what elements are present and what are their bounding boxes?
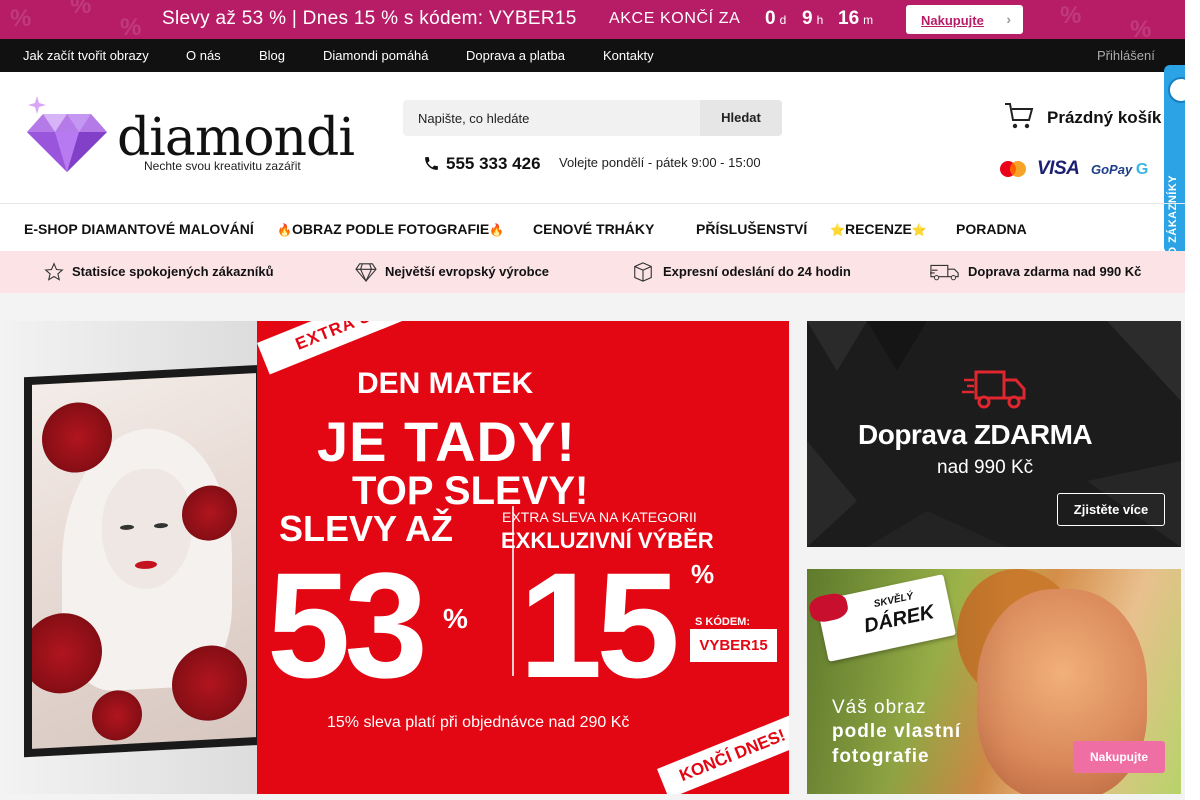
topnav-contacts[interactable]: Kontakty xyxy=(603,48,654,63)
star-icon: ⭐ xyxy=(830,223,845,237)
countdown-hours: 9h xyxy=(802,8,824,29)
main-promo-banner[interactable]: EXTRA SLEVY DEN MATEK JE TADY! TOP SLEVY… xyxy=(4,321,789,794)
free-shipping-banner[interactable]: Doprava ZDARMA nad 990 Kč Zjistěte více xyxy=(807,321,1181,547)
promo-bar: % % % % % Slevy až 53 % | Dnes 15 % s kó… xyxy=(0,0,1185,39)
banner-big-15: 15 xyxy=(519,541,680,709)
banner-percent: % xyxy=(691,559,715,589)
mastercard-icon xyxy=(999,160,1027,183)
countdown-days: 0d xyxy=(765,8,787,29)
top-nav: Jak začít tvořit obrazy O nás Blog Diamo… xyxy=(0,39,1185,72)
banner-percent: % xyxy=(443,603,468,634)
search-input[interactable] xyxy=(403,100,700,136)
visa-logo: VISA xyxy=(1037,158,1080,179)
phone-number[interactable]: 555 333 426 xyxy=(446,154,541,174)
promo-ends-label: AKCE KONČÍ ZA xyxy=(609,10,741,27)
percent-decoration: % xyxy=(1130,16,1152,39)
truck-icon xyxy=(962,366,1030,417)
star-icon: ⭐ xyxy=(911,223,927,237)
fire-icon: 🔥 xyxy=(489,223,505,237)
photo-banner-line3: fotografie xyxy=(832,746,930,767)
support-hours: Volejte pondělí - pátek 9:00 - 15:00 xyxy=(559,155,761,170)
topnav-how-to-start[interactable]: Jak začít tvořit obrazy xyxy=(23,48,149,63)
search-button[interactable]: Hledat xyxy=(700,100,782,136)
countdown-minutes: 16 m xyxy=(838,8,874,29)
learn-more-button[interactable]: Zjistěte více xyxy=(1057,493,1165,526)
cat-eshop[interactable]: E-SHOP DIAMANTOVÉ MALOVÁNÍ xyxy=(24,221,254,237)
cat-advice[interactable]: PORADNA xyxy=(956,221,1027,237)
photo-painting-banner[interactable]: SKVĚLÝ DÁREK Váš obraz podle vlastní fot… xyxy=(807,569,1181,794)
diamond-icon xyxy=(355,262,377,287)
promo-shop-button[interactable]: Nakupujte › xyxy=(906,5,1023,34)
topnav-shipping-payment[interactable]: Doprava a platba xyxy=(466,48,565,63)
banner-line2: JE TADY! xyxy=(317,410,576,473)
percent-decoration: % xyxy=(1060,2,1082,29)
phone-icon xyxy=(423,155,440,177)
heureka-icon xyxy=(1168,77,1185,103)
banner-line1: DEN MATEK xyxy=(357,367,534,400)
usp-bar: Statisíce spokojených zákazníků Největší… xyxy=(0,251,1185,293)
logo-tagline: Nechte svou kreativitu zazářit xyxy=(144,159,301,173)
gopay-logo: GoPay G xyxy=(1091,161,1149,178)
percent-decoration: % xyxy=(10,5,32,32)
percent-decoration: % xyxy=(120,14,142,39)
topnav-blog[interactable]: Blog xyxy=(259,48,285,63)
search-box: Hledat xyxy=(403,100,782,136)
cart-icon[interactable] xyxy=(1004,102,1034,135)
usp-free-shipping: Doprava zdarma nad 990 Kč xyxy=(968,264,1142,279)
truck-icon xyxy=(930,262,960,287)
usp-express: Expresní odeslání do 24 hodin xyxy=(663,264,851,279)
cat-photo-painting[interactable]: 🔥OBRAZ PODLE FOTOGRAFIE🔥 xyxy=(277,221,504,237)
cart-label[interactable]: Prázdný košík xyxy=(1047,108,1161,128)
usp-customers: Statisíce spokojených zákazníků xyxy=(72,264,274,279)
chevron-right-icon: › xyxy=(1006,11,1011,27)
photo-banner-line2: podle vlastní xyxy=(832,721,962,742)
photo-banner-line1: Váš obraz xyxy=(832,697,927,718)
painting-image xyxy=(24,364,264,758)
usp-manufacturer: Největší evropský výrobce xyxy=(385,264,550,279)
banner-code: VYBER15 xyxy=(690,629,777,662)
percent-decoration: % xyxy=(70,0,92,19)
banner-code-label: S KÓDEM: xyxy=(695,616,750,628)
cat-reviews[interactable]: ⭐RECENZE⭐ xyxy=(830,221,927,237)
category-nav: E-SHOP DIAMANTOVÉ MALOVÁNÍ 🔥OBRAZ PODLE … xyxy=(0,203,1185,251)
box-icon xyxy=(632,261,654,288)
ribbon-konci-dnes: KONČÍ DNES! xyxy=(657,712,789,794)
star-icon xyxy=(44,262,64,287)
free-shipping-subtitle: nad 990 Kč xyxy=(937,457,1034,478)
cat-price-hits[interactable]: CENOVÉ TRHÁKY xyxy=(533,221,654,237)
cat-accessories[interactable]: PŘÍSLUŠENSTVÍ xyxy=(696,221,807,237)
topnav-about[interactable]: O nás xyxy=(186,48,221,63)
free-shipping-title: Doprava ZDARMA xyxy=(858,419,1093,450)
logo-diamond-icon[interactable] xyxy=(25,96,109,179)
banner-note: 15% sleva platí při objednávce nad 290 K… xyxy=(327,714,630,731)
banner-red-panel: EXTRA SLEVY DEN MATEK JE TADY! TOP SLEVY… xyxy=(257,321,789,794)
banner-big-53: 53 xyxy=(267,541,428,709)
login-link[interactable]: Přihlášení xyxy=(1097,48,1155,63)
banner-extra-line1: EXTRA SLEVA NA KATEGORII xyxy=(502,509,697,525)
shop-now-button[interactable]: Nakupujte xyxy=(1073,741,1165,773)
promo-text: Slevy až 53 % | Dnes 15 % s kódem: VYBER… xyxy=(162,8,577,29)
fire-icon: 🔥 xyxy=(277,223,292,237)
topnav-diamondi-helps[interactable]: Diamondi pomáhá xyxy=(323,48,429,63)
